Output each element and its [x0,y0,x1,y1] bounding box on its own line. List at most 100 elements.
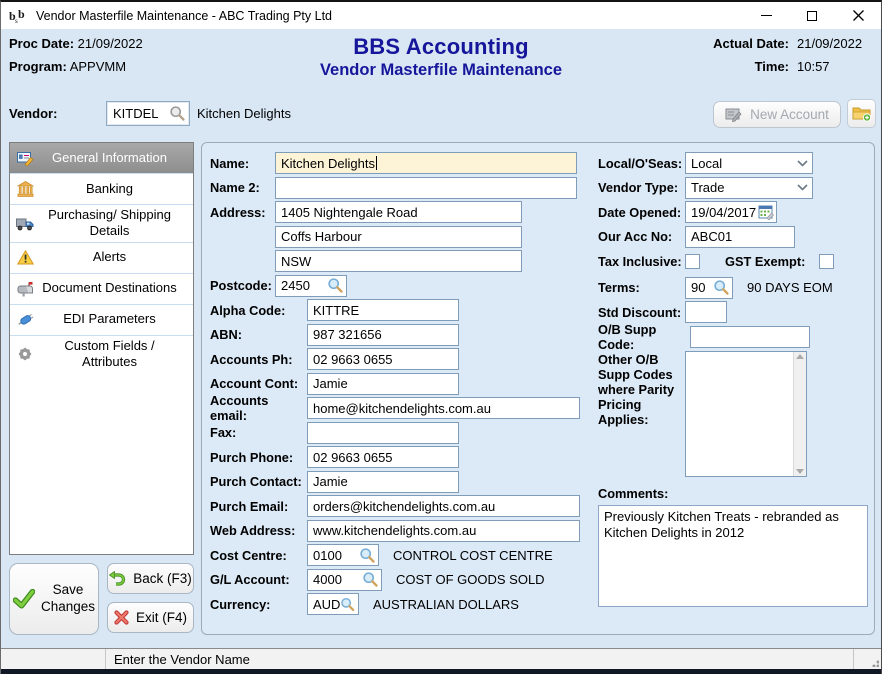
ob-supp-code-field[interactable] [690,326,810,348]
back-button[interactable]: Back (F3) [107,563,194,594]
vendor-code-lookup[interactable]: KITDEL [106,101,190,126]
status-bar-cell [1,649,106,669]
account-cont-field[interactable]: Jamie [307,373,459,395]
sidebar-item-label: Banking [36,181,189,197]
sidebar-item-edi-parameters[interactable]: EDI Parameters [10,305,193,336]
scroll-up-icon[interactable] [796,354,804,359]
postcode-value: 2450 [281,278,310,293]
alpha-code-field[interactable]: KITTRE [307,299,459,321]
date-opened-value: 19/04/2017 [691,205,756,220]
abn-field[interactable]: 987 321656 [307,324,459,346]
purch-contact-field[interactable]: Jamie [307,471,459,493]
window-bottom-edge [1,669,881,674]
fax-field[interactable] [307,422,459,444]
exit-x-icon [114,610,129,625]
name-value: Kitchen Delights [281,156,375,171]
currency-lookup-field[interactable]: AUD [307,593,359,615]
alpha-code-label: Alpha Code: [210,303,307,318]
cost-centre-label: Cost Centre: [210,548,307,563]
address1-field[interactable]: 1405 Nightengale Road [275,201,522,223]
maximize-button[interactable] [789,2,835,29]
accounts-email-field[interactable]: home@kitchendelights.com.au [307,397,580,419]
vendor-label: Vendor: [9,106,57,121]
close-button[interactable] [835,2,881,29]
local-oseas-select[interactable]: Local [685,152,813,174]
tax-inclusive-checkbox[interactable] [685,254,700,269]
name-field[interactable]: Kitchen Delights [275,152,577,174]
open-account-folder-button[interactable] [847,99,876,128]
postcode-label: Postcode: [210,278,275,293]
gl-account-lookup-field[interactable]: 4000 [307,569,382,591]
time-label: Time: [713,59,789,74]
std-discount-label: Std Discount: [598,305,685,320]
local-oseas-label: Local/O'Seas: [598,156,685,171]
sidebar-nav: General Information Banking [9,142,194,555]
our-acc-no-label: Our Acc No: [598,229,685,244]
sidebar-item-purchasing-shipping[interactable]: Purchasing/ Shipping Details [10,205,193,243]
our-acc-no-field[interactable]: ABC01 [685,226,795,248]
web-address-field[interactable]: www.kitchendelights.com.au [307,520,580,542]
web-address-label: Web Address: [210,523,307,538]
svg-text:b: b [18,7,25,21]
chevron-down-icon [797,160,808,167]
search-icon[interactable] [169,105,186,122]
save-changes-button[interactable]: Save Changes [9,563,99,635]
gl-account-label: G/L Account: [210,572,307,587]
std-discount-field[interactable] [685,301,727,323]
sidebar-item-label: Alerts [36,249,189,265]
minimize-icon [761,15,772,16]
form-left-column: Name: Kitchen Delights Name 2: Address: … [210,152,580,618]
scrollbar[interactable] [793,352,806,476]
search-icon[interactable] [327,277,344,294]
name2-field[interactable] [275,177,577,199]
gst-exempt-checkbox[interactable] [819,254,834,269]
comments-textarea[interactable]: Previously Kitchen Treats - rebranded as… [598,505,868,607]
search-icon[interactable] [340,596,356,613]
purch-email-field[interactable]: orders@kitchendelights.com.au [307,495,580,517]
sidebar-item-general-information[interactable]: General Information [10,143,193,174]
actual-date-label: Actual Date: [713,36,789,51]
terms-lookup-field[interactable]: 90 [685,277,733,299]
mailbox-icon [14,281,36,297]
accounts-ph-field[interactable]: 02 9663 0655 [307,348,459,370]
currency-description: AUSTRALIAN DOLLARS [373,597,519,612]
sidebar-item-custom-fields[interactable]: Custom Fields / Attributes [10,336,193,373]
sidebar-item-document-destinations[interactable]: Document Destinations [10,274,193,305]
postcode-lookup-field[interactable]: 2450 [275,275,347,297]
bbs-app-icon: b s b [8,7,28,25]
purch-contact-label: Purch Contact: [210,474,307,489]
purch-phone-field[interactable]: 02 9663 0655 [307,446,459,468]
text-caret [376,156,377,170]
search-icon[interactable] [359,547,376,564]
sidebar-item-label: EDI Parameters [36,311,189,327]
fax-label: Fax: [210,425,307,440]
sidebar-item-banking[interactable]: Banking [10,174,193,205]
new-account-button[interactable]: New Account [713,101,841,128]
exit-button[interactable]: Exit (F4) [107,602,194,633]
minimize-button[interactable] [743,2,789,29]
terms-description: 90 DAYS EOM [747,280,833,295]
date-opened-field[interactable]: 19/04/2017 [685,201,777,223]
address2-field[interactable]: Coffs Harbour [275,226,522,248]
gst-exempt-label: GST Exempt: [725,254,805,269]
search-icon[interactable] [362,571,379,588]
exit-label: Exit (F4) [136,610,187,625]
resize-grip[interactable] [869,657,879,667]
address3-field[interactable]: NSW [275,250,522,272]
vendor-type-select[interactable]: Trade [685,177,813,199]
new-account-label: New Account [750,107,829,122]
other-ob-textarea[interactable] [685,351,807,477]
local-oseas-value: Local [691,156,722,171]
sidebar-item-label: Purchasing/ Shipping Details [36,207,189,240]
gl-account-value: 4000 [313,572,342,587]
calendar-icon[interactable] [758,205,774,220]
search-icon[interactable] [713,279,730,296]
date-opened-label: Date Opened: [598,205,685,220]
warning-icon [14,250,36,265]
cost-centre-description: CONTROL COST CENTRE [393,548,553,563]
scroll-down-icon[interactable] [796,469,804,474]
cost-centre-lookup-field[interactable]: 0100 [307,544,379,566]
sidebar-item-alerts[interactable]: Alerts [10,243,193,274]
address-label: Address: [210,205,275,220]
comments-label: Comments: [598,486,870,501]
